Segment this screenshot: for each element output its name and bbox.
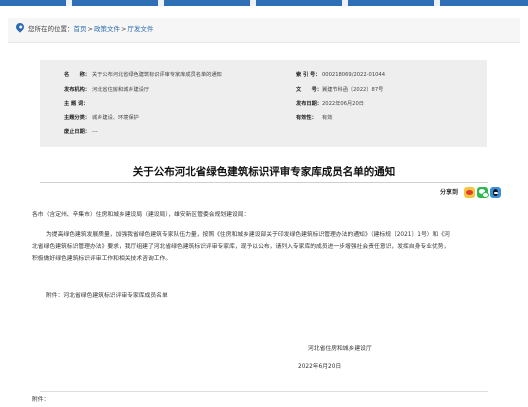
salutation: 各市（含定州、辛集市）住房和城乡建设局（建设局），雄安新区管委会规划建设局： (32, 212, 250, 218)
info-abolish-row: 废止日期： --- (64, 129, 98, 136)
breadcrumb-separator: > (120, 25, 127, 33)
info-issuer-row: 发布机构： 河北省住房和城乡建设厅 (64, 87, 149, 94)
attachment-line: 附件：河北省绿色建筑标识评审专家库成员名单 (46, 293, 168, 299)
top-navigation (0, 0, 528, 6)
info-title-value: 关于公布河北省绿色建筑标识评审专家库成员名单的通知 (92, 72, 222, 78)
nav-tab[interactable] (164, 0, 251, 6)
breadcrumb: 您所在的位置：首页>政策文件>厅发文件 (8, 18, 520, 43)
location-pin-icon (14, 21, 26, 33)
breadcrumb-trail: 您所在的位置：首页>政策文件>厅发文件 (28, 24, 153, 34)
info-label: 发布日期： (296, 101, 322, 107)
share-label: 分享到 (440, 189, 459, 196)
info-title-row: 名 称： 关于公布河北省绿色建筑标识评审专家库成员名单的通知 (64, 72, 222, 79)
breadcrumb-separator: > (87, 25, 93, 33)
info-label: 索 引 号： (296, 72, 321, 78)
info-label: 主题分类： (64, 115, 90, 121)
title-divider (40, 182, 488, 183)
info-docno-row: 文 号：冀建节科函〔2022〕87号 (296, 87, 383, 94)
info-label: 废止日期： (64, 129, 90, 135)
wechat-share-icon[interactable] (477, 187, 489, 198)
info-category-row: 主题分类： 城乡建设、环境保护 (64, 115, 139, 122)
info-category-value: 城乡建设、环境保护 (92, 115, 139, 121)
info-validity-value: 有效 (322, 115, 333, 121)
info-date-row: 发布日期：2022年06月20日 (296, 101, 364, 108)
signature-date: 2022年6月20日 (298, 364, 342, 370)
info-label: 发布机构： (64, 87, 90, 93)
paragraph-line: 积极做好绿色建筑标识评审工作和相关技术咨询工作。 (32, 256, 172, 262)
info-index-row: 索 引 号： 000218069/2022-01044 (296, 72, 385, 79)
article-title: 关于公布河北省绿色建筑标识评审专家库成员名单的通知 (132, 166, 396, 178)
weibo-share-icon[interactable] (464, 187, 475, 198)
breadcrumb-prefix: 您所在的位置： (28, 25, 74, 33)
info-issuer-value: 河北省住房和城乡建设厅 (92, 87, 150, 93)
breadcrumb-home-link[interactable]: 首页 (74, 25, 87, 33)
info-docno-value: 冀建节科函〔2022〕87号 (322, 87, 384, 93)
info-date-value: 2022年06月20日 (322, 101, 364, 107)
document-info-panel: 名 称： 关于公布河北省绿色建筑标识评审专家库成员名单的通知 索 引 号： 0002… (40, 60, 487, 147)
breadcrumb-policy-link[interactable]: 政策文件 (94, 25, 120, 33)
info-validity-row: 有效性： 有效 (296, 115, 332, 122)
info-label: 有效性： (296, 115, 317, 121)
paragraph-line: 为提高绿色建筑发展质量，加强我省绿色建筑专家队伍力量，按照《住房和城乡建设部关于… (46, 232, 450, 238)
nav-tab[interactable] (72, 0, 159, 6)
paragraph-line: 北省绿色建筑标识管理办法》要求，我厅组建了河北省绿色建筑标识评审专家库，现予以公… (32, 244, 450, 250)
info-label: 主 题 词： (64, 101, 89, 107)
nav-tab[interactable] (256, 0, 343, 6)
nav-tab[interactable] (440, 0, 528, 6)
footer-divider (40, 391, 488, 392)
info-label: 文 号： (296, 87, 322, 93)
info-abolish-value: --- (92, 129, 98, 135)
signature: 河北省住房和城乡建设厅 (308, 346, 372, 352)
info-subject-row: 主 题 词： (64, 101, 92, 108)
breadcrumb-dept-docs-link[interactable]: 厅发文件 (127, 25, 153, 33)
attachment-label: 附件： (32, 397, 50, 403)
qq-share-icon[interactable] (490, 187, 501, 198)
info-label: 名 称： (64, 72, 90, 78)
nav-tab[interactable] (348, 0, 435, 6)
nav-tab[interactable] (0, 0, 67, 6)
info-index-value: 000218069/2022-01044 (322, 72, 386, 78)
